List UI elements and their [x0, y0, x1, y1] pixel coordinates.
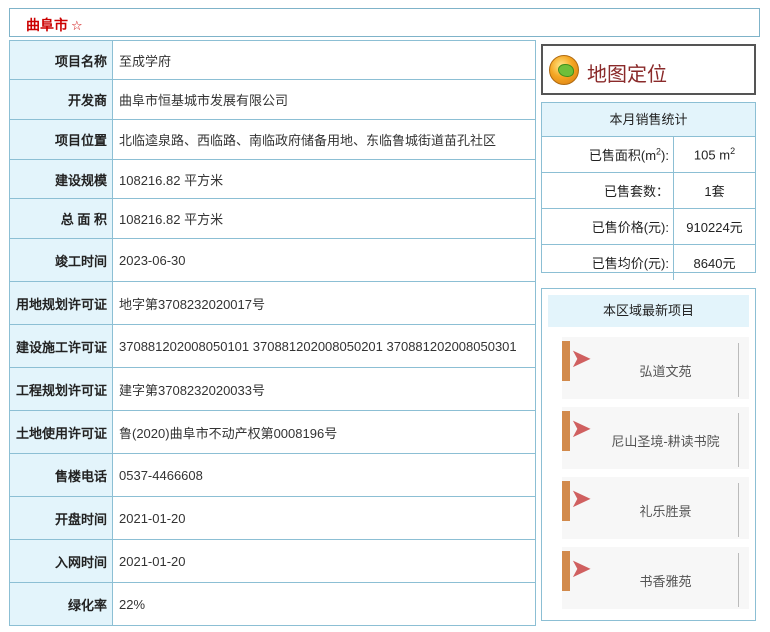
info-label: 建设施工许可证 — [9, 324, 113, 368]
info-value: 北临逵泉路、西临路、南临政府储备用地、东临鲁城街道苗孔社区 — [112, 119, 536, 160]
project-name[interactable]: 弘道文苑 — [590, 361, 741, 380]
map-location-label: 地图定位 — [587, 64, 667, 86]
sold-count-label: 已售套数： — [542, 172, 674, 209]
info-label: 项目位置 — [9, 119, 113, 160]
cursor-arrow-icon: ➤ — [570, 483, 592, 513]
info-row: 绿化率 22% — [9, 582, 536, 626]
info-value: 曲阜市恒基城市发展有限公司 — [112, 79, 536, 120]
project-card[interactable]: ➤ 弘道文苑 — [562, 337, 749, 399]
sold-area-label: 已售面积(m2): — [542, 137, 674, 173]
sold-price-label: 已售价格(元): — [542, 208, 674, 245]
info-label: 开盘时间 — [9, 496, 113, 540]
info-row: 建设施工许可证 370881202008050101 37088120200805… — [9, 324, 536, 368]
info-label: 入网时间 — [9, 539, 113, 583]
new-projects-panel: 本区域最新项目 ➤ 弘道文苑 ➤ 尼山圣境-耕读书院 ➤ 礼乐胜景 ➤ 书香雅苑 — [541, 288, 756, 621]
cursor-arrow-icon: ➤ — [570, 343, 592, 373]
info-row: 售楼电话 0537-4466608 — [9, 453, 536, 497]
info-label: 绿化率 — [9, 582, 113, 626]
image-placeholder — [562, 411, 570, 451]
project-info-table: 项目名称 至成学府 开发商 曲阜市恒基城市发展有限公司 项目位置 北临逵泉路、西临路、… — [9, 40, 536, 626]
city-title[interactable]: 曲阜市 ☆ — [26, 15, 83, 35]
cursor-arrow-icon: ➤ — [570, 413, 592, 443]
info-row: 项目名称 至成学府 — [9, 40, 536, 80]
info-value: 鲁(2020)曲阜市不动产权第0008196号 — [112, 410, 536, 454]
image-placeholder — [562, 551, 570, 591]
info-label: 项目名称 — [9, 40, 113, 80]
info-label: 工程规划许可证 — [9, 367, 113, 411]
project-name[interactable]: 礼乐胜景 — [590, 501, 741, 520]
info-row: 土地使用许可证 鲁(2020)曲阜市不动产权第0008196号 — [9, 410, 536, 454]
info-value: 2021-01-20 — [112, 539, 536, 583]
cursor-arrow-icon: ➤ — [570, 553, 592, 583]
project-card[interactable]: ➤ 书香雅苑 — [562, 547, 749, 609]
info-row: 用地规划许可证 地字第3708232020017号 — [9, 281, 536, 325]
image-placeholder — [562, 481, 570, 521]
info-row: 项目位置 北临逵泉路、西临路、南临政府储备用地、东临鲁城街道苗孔社区 — [9, 119, 536, 160]
info-value: 370881202008050101 370881202008050201 37… — [112, 324, 536, 368]
stat-row: 已售价格(元): 910224元 — [542, 208, 755, 245]
sales-stats-table: 已售面积(m2): 105 m2 已售套数： 1套 已售价格(元): 91022… — [542, 137, 755, 280]
info-value: 2021-01-20 — [112, 496, 536, 540]
project-card[interactable]: ➤ 礼乐胜景 — [562, 477, 749, 539]
avg-price-label: 已售均价(元): — [542, 244, 674, 280]
project-name[interactable]: 书香雅苑 — [590, 571, 741, 590]
info-value: 0537-4466608 — [112, 453, 536, 497]
sold-area-value: 105 m2 — [693, 146, 736, 163]
info-value: 2023-06-30 — [112, 238, 536, 282]
globe-icon — [549, 55, 579, 85]
info-row: 总 面 积 108216.82 平方米 — [9, 198, 536, 239]
stat-row: 已售面积(m2): 105 m2 — [542, 137, 755, 173]
info-label: 用地规划许可证 — [9, 281, 113, 325]
info-value: 地字第3708232020017号 — [112, 281, 536, 325]
monthly-sales-title: 本月销售统计 — [542, 103, 755, 137]
info-label: 总 面 积 — [9, 198, 113, 239]
project-name[interactable]: 尼山圣境-耕读书院 — [590, 431, 741, 450]
project-card[interactable]: ➤ 尼山圣境-耕读书院 — [562, 407, 749, 469]
stat-row: 已售套数： 1套 — [542, 172, 755, 209]
info-value: 建字第3708232020033号 — [112, 367, 536, 411]
new-projects-title: 本区域最新项目 — [548, 295, 749, 327]
favorite-star-icon[interactable]: ☆ — [71, 18, 83, 33]
info-label: 售楼电话 — [9, 453, 113, 497]
sold-price-value: 910224元 — [673, 208, 755, 245]
info-row: 入网时间 2021-01-20 — [9, 539, 536, 583]
info-label: 土地使用许可证 — [9, 410, 113, 454]
monthly-sales-panel: 本月销售统计 已售面积(m2): 105 m2 已售套数： 1套 已售价格(元)… — [541, 102, 756, 280]
info-label: 开发商 — [9, 79, 113, 120]
info-value: 108216.82 平方米 — [112, 159, 536, 199]
info-value: 108216.82 平方米 — [112, 198, 536, 239]
stat-row: 已售均价(元): 8640元 — [542, 244, 755, 280]
info-row: 开发商 曲阜市恒基城市发展有限公司 — [9, 79, 536, 120]
info-row: 竣工时间 2023-06-30 — [9, 238, 536, 282]
info-value: 22% — [112, 582, 536, 626]
page-header: 曲阜市 ☆ — [9, 8, 760, 37]
map-location-button[interactable]: 地图定位 — [541, 44, 756, 95]
info-row: 开盘时间 2021-01-20 — [9, 496, 536, 540]
info-row: 工程规划许可证 建字第3708232020033号 — [9, 367, 536, 411]
info-row: 建设规模 108216.82 平方米 — [9, 159, 536, 199]
sold-count-value: 1套 — [673, 172, 755, 209]
info-label: 建设规模 — [9, 159, 113, 199]
info-value: 至成学府 — [112, 40, 536, 80]
info-label: 竣工时间 — [9, 238, 113, 282]
avg-price-value: 8640元 — [673, 244, 755, 280]
image-placeholder — [562, 341, 570, 381]
